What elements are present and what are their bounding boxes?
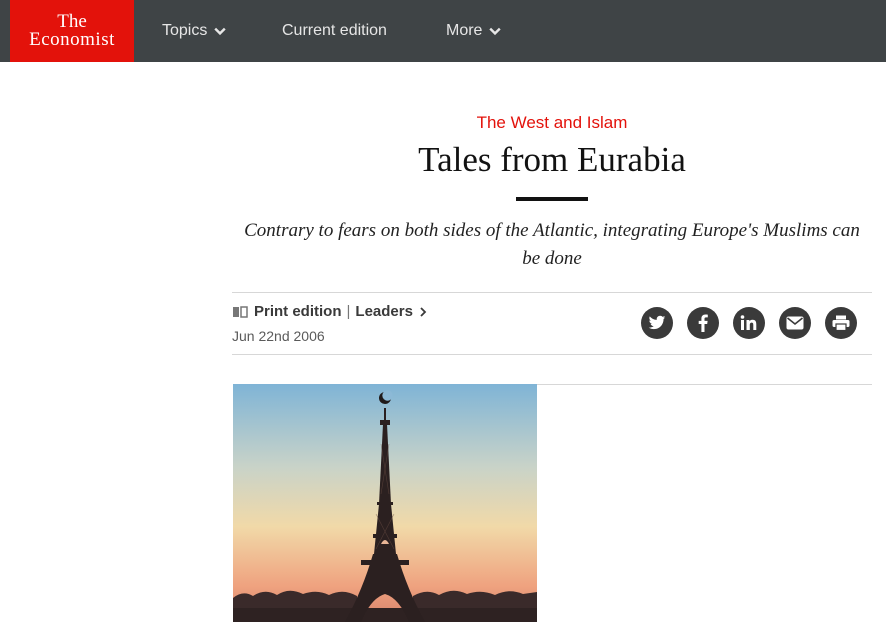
breadcrumb-separator: | bbox=[346, 303, 351, 320]
logo-line-2: Economist bbox=[29, 29, 115, 50]
economist-logo[interactable]: The Economist bbox=[10, 0, 134, 62]
article-standfirst: Contrary to fears on both sides of the A… bbox=[244, 220, 860, 269]
print-icon bbox=[832, 315, 850, 331]
print-edition-link[interactable]: Print edition bbox=[254, 303, 342, 320]
twitter-share-button[interactable] bbox=[641, 307, 673, 339]
facebook-icon bbox=[698, 314, 708, 332]
section-link[interactable]: The West and Islam bbox=[232, 113, 872, 133]
eiffel-tower-image bbox=[233, 384, 537, 622]
meta-divider-top bbox=[232, 292, 872, 293]
eiffel-tower-illustration bbox=[233, 384, 537, 622]
publish-date: Jun 22nd 2006 bbox=[232, 328, 325, 344]
article-meta: Print edition | Leaders Jun 22nd 2006 bbox=[232, 303, 427, 344]
email-icon bbox=[786, 316, 804, 330]
nav-topics[interactable]: Topics bbox=[162, 0, 227, 62]
article-headline: Tales from Eurabia bbox=[418, 140, 686, 179]
book-icon bbox=[233, 305, 248, 318]
nav-current-edition[interactable]: Current edition bbox=[282, 0, 387, 62]
chevron-right-icon bbox=[420, 306, 427, 317]
image-divider bbox=[536, 384, 872, 385]
twitter-icon bbox=[648, 315, 666, 330]
leaders-link[interactable]: Leaders bbox=[355, 303, 413, 320]
print-share-button[interactable] bbox=[825, 307, 857, 339]
linkedin-icon bbox=[740, 315, 757, 330]
nav-more[interactable]: More bbox=[446, 0, 502, 62]
headline-rule bbox=[516, 197, 588, 201]
linkedin-share-button[interactable] bbox=[733, 307, 765, 339]
nav-current-edition-label: Current edition bbox=[282, 22, 387, 39]
meta-divider-bottom bbox=[232, 354, 872, 355]
facebook-share-button[interactable] bbox=[687, 307, 719, 339]
email-share-button[interactable] bbox=[779, 307, 811, 339]
chevron-down-icon bbox=[214, 27, 227, 36]
nav-more-label: More bbox=[446, 22, 483, 39]
share-buttons bbox=[641, 307, 857, 339]
chevron-down-icon bbox=[489, 27, 502, 36]
top-navigation: The Economist Topics Current edition Mor… bbox=[0, 0, 886, 62]
edition-breadcrumb: Print edition | Leaders bbox=[232, 303, 427, 320]
nav-topics-label: Topics bbox=[162, 22, 208, 39]
